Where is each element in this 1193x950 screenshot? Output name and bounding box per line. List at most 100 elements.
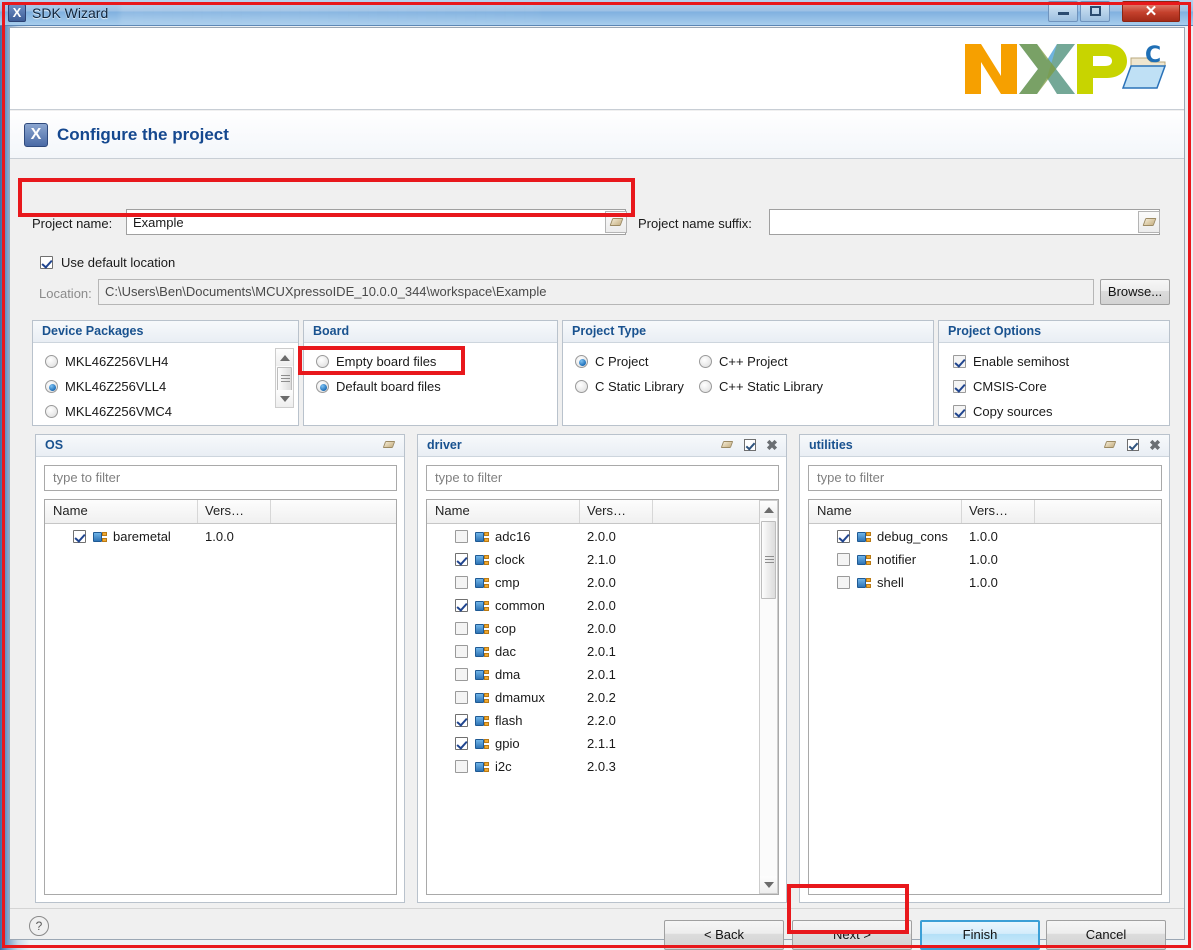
browse-button[interactable]: Browse... (1100, 279, 1170, 305)
module-icon (475, 668, 490, 682)
driver-filter-input[interactable]: type to filter (426, 465, 779, 491)
window-titlebar: X SDK Wizard ✕ (0, 0, 1193, 26)
utilities-clear-filter-icon[interactable] (1103, 437, 1119, 453)
driver-row-checkbox-8[interactable] (455, 714, 468, 727)
project-option-label-0: Enable semihost (973, 354, 1070, 369)
project-name-input[interactable] (126, 209, 626, 235)
device-package-radio-1[interactable] (45, 380, 58, 393)
driver-row-version-2: 2.0.0 (587, 575, 616, 590)
table-row[interactable]: adc16 2.0.0 (427, 526, 778, 549)
utilities-row-version-1: 1.0.0 (969, 552, 998, 567)
driver-row-checkbox-10[interactable] (455, 760, 468, 773)
wizard-dialog: C X Configure the project Project name: … (9, 27, 1185, 950)
os-panel-title: OS (36, 435, 404, 457)
module-icon (475, 714, 490, 728)
utilities-clear-selection-icon[interactable]: ✖ (1147, 437, 1163, 453)
driver-row-name-5: dac (495, 644, 516, 659)
finish-button[interactable]: Finish (920, 920, 1040, 950)
device-packages-scrollbar[interactable] (275, 348, 294, 408)
driver-scrollbar[interactable] (759, 500, 778, 894)
project-suffix-input[interactable] (769, 209, 1160, 235)
scroll-up-icon[interactable] (276, 349, 293, 366)
utilities-row-checkbox-2[interactable] (837, 576, 850, 589)
project-option-checkbox-0[interactable] (953, 355, 966, 368)
module-icon (475, 645, 490, 659)
table-row[interactable]: dmamux 2.0.2 (427, 687, 778, 710)
os-list[interactable]: Name Vers… baremetal 1.0.0 (44, 499, 397, 895)
project-suffix-value[interactable] (776, 210, 1153, 234)
project-name-clear-icon[interactable] (605, 211, 627, 233)
table-row[interactable]: dma 2.0.1 (427, 664, 778, 687)
table-row[interactable]: debug_cons 1.0.0 (809, 526, 1161, 549)
utilities-panel-title: utilities ✖ (800, 435, 1169, 457)
help-icon[interactable]: ? (29, 916, 49, 936)
driver-row-checkbox-7[interactable] (455, 691, 468, 704)
driver-clear-filter-icon[interactable] (720, 437, 736, 453)
table-row[interactable]: cmp 2.0.0 (427, 572, 778, 595)
project-option-checkbox-1[interactable] (953, 380, 966, 393)
project-type-radio-2[interactable] (575, 380, 588, 393)
project-type-radio-3[interactable] (699, 380, 712, 393)
back-button[interactable]: < Back (664, 920, 784, 950)
cancel-button[interactable]: Cancel (1046, 920, 1166, 950)
driver-row-checkbox-1[interactable] (455, 553, 468, 566)
driver-col-version: Vers… (587, 503, 627, 518)
utilities-select-all-icon[interactable] (1125, 437, 1141, 453)
scroll-up-icon[interactable] (760, 501, 777, 518)
project-name-value[interactable] (133, 210, 619, 234)
scroll-down-icon[interactable] (276, 390, 293, 407)
project-type-radio-0[interactable] (575, 355, 588, 368)
os-clear-filter-icon[interactable] (382, 437, 398, 453)
minimize-button[interactable] (1048, 1, 1078, 22)
utilities-filter-input[interactable]: type to filter (808, 465, 1162, 491)
project-type-group: Project Type C Project C++ Project C Sta… (562, 320, 934, 426)
use-default-location-checkbox[interactable] (40, 256, 53, 269)
scroll-thumb[interactable] (277, 367, 292, 391)
table-row[interactable]: baremetal 1.0.0 (45, 526, 396, 549)
utilities-row-checkbox-1[interactable] (837, 553, 850, 566)
driver-row-checkbox-9[interactable] (455, 737, 468, 750)
scroll-thumb[interactable] (761, 521, 776, 599)
utilities-list[interactable]: Name Vers… debug_cons 1.0.0 notifier 1.0.0 s… (808, 499, 1162, 895)
driver-list[interactable]: Name Vers… adc16 2.0.0 clock 2.1.0 cmp 2.0.0 c… (426, 499, 779, 895)
table-row[interactable]: dac 2.0.1 (427, 641, 778, 664)
project-option-checkbox-2[interactable] (953, 405, 966, 418)
driver-row-checkbox-6[interactable] (455, 668, 468, 681)
project-type-radio-1[interactable] (699, 355, 712, 368)
utilities-row-name-2: shell (877, 575, 904, 590)
maximize-button[interactable] (1080, 1, 1110, 22)
table-row[interactable]: gpio 2.1.1 (427, 733, 778, 756)
device-package-radio-2[interactable] (45, 405, 58, 418)
driver-row-checkbox-2[interactable] (455, 576, 468, 589)
utilities-row-name-1: notifier (877, 552, 917, 567)
driver-row-name-6: dma (495, 667, 521, 682)
table-row[interactable]: common 2.0.0 (427, 595, 778, 618)
table-row[interactable]: shell 1.0.0 (809, 572, 1161, 595)
module-icon (857, 576, 872, 590)
driver-select-all-icon[interactable] (742, 437, 758, 453)
os-row-checkbox-0[interactable] (73, 530, 86, 543)
board-radio-1[interactable] (316, 380, 329, 393)
driver-row-version-5: 2.0.1 (587, 644, 616, 659)
next-button[interactable]: Next > (792, 920, 912, 950)
os-filter-input[interactable]: type to filter (44, 465, 397, 491)
driver-row-checkbox-0[interactable] (455, 530, 468, 543)
table-row[interactable]: flash 2.2.0 (427, 710, 778, 733)
table-row[interactable]: i2c 2.0.3 (427, 756, 778, 779)
table-row[interactable]: cop 2.0.0 (427, 618, 778, 641)
close-button[interactable]: ✕ (1122, 1, 1180, 22)
board-radio-0[interactable] (316, 355, 329, 368)
driver-row-checkbox-3[interactable] (455, 599, 468, 612)
device-package-radio-0[interactable] (45, 355, 58, 368)
scroll-down-icon[interactable] (760, 876, 777, 893)
driver-col-name: Name (435, 503, 470, 518)
project-suffix-clear-icon[interactable] (1138, 211, 1160, 233)
driver-row-checkbox-4[interactable] (455, 622, 468, 635)
dialog-button-bar: < Back Next > Finish Cancel (10, 908, 1184, 950)
utilities-row-checkbox-0[interactable] (837, 530, 850, 543)
table-row[interactable]: clock 2.1.0 (427, 549, 778, 572)
driver-row-checkbox-5[interactable] (455, 645, 468, 658)
table-row[interactable]: notifier 1.0.0 (809, 549, 1161, 572)
driver-clear-selection-icon[interactable]: ✖ (764, 437, 780, 453)
x-logo-icon: X (8, 4, 26, 22)
